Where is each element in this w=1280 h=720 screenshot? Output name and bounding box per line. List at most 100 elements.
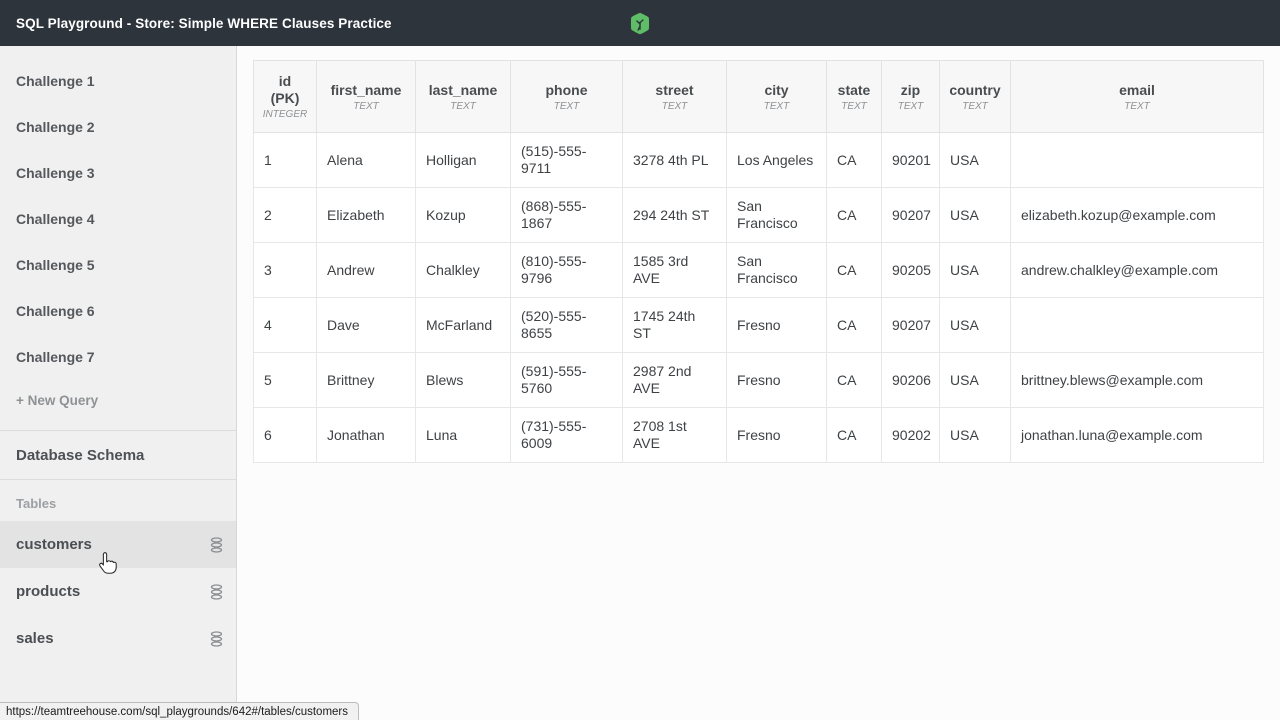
table-cell: CA: [827, 243, 882, 298]
sidebar-item-label: Challenge 5: [16, 257, 95, 273]
table-cell: 90202: [882, 408, 940, 463]
table-row: 2ElizabethKozup(868)-555-1867294 24th ST…: [254, 188, 1264, 243]
sidebar-item-label: Challenge 4: [16, 211, 95, 227]
table-cell: San Francisco: [727, 188, 827, 243]
column-header: street TEXT: [623, 61, 727, 133]
column-name: last_name: [420, 82, 506, 99]
table-cell: Kozup: [416, 188, 511, 243]
table-cell: USA: [940, 298, 1011, 353]
table-name-label: products: [16, 583, 80, 600]
table-cell: [1011, 133, 1264, 188]
sidebar-item-challenge[interactable]: Challenge 6: [0, 288, 236, 334]
column-name: state: [831, 82, 877, 99]
sidebar-item-challenge[interactable]: Challenge 3: [0, 150, 236, 196]
column-type: TEXT: [420, 101, 506, 112]
treehouse-logo-icon: [630, 12, 651, 35]
table-row: 6JonathanLuna(731)-555-60092708 1st AVEF…: [254, 408, 1264, 463]
column-name: street: [627, 82, 722, 99]
data-table: id (PK)INTEGERfirst_nameTEXTlast_nameTEX…: [253, 60, 1264, 463]
table-cell: Andrew: [317, 243, 416, 298]
challenge-list: Challenge 1 Challenge 2 Challenge 3 Chal…: [0, 58, 236, 380]
table-cell: jonathan.luna@example.com: [1011, 408, 1264, 463]
app-body: Challenge 1 Challenge 2 Challenge 3 Chal…: [0, 46, 1280, 720]
sidebar-item-label: Challenge 6: [16, 303, 95, 319]
table-cell: brittney.blews@example.com: [1011, 353, 1264, 408]
table-name-label: sales: [16, 630, 54, 647]
table-cell: 294 24th ST: [623, 188, 727, 243]
table-cell: 5: [254, 353, 317, 408]
table-cell: [1011, 298, 1264, 353]
sidebar-item-challenge[interactable]: Challenge 7: [0, 334, 236, 380]
table-cell: San Francisco: [727, 243, 827, 298]
table-cell: 2987 2nd AVE: [623, 353, 727, 408]
table-cell: 3: [254, 243, 317, 298]
table-cell: (868)-555-1867: [511, 188, 623, 243]
table-cell: USA: [940, 243, 1011, 298]
column-header: zipTEXT: [882, 61, 940, 133]
column-type: TEXT: [1015, 101, 1259, 112]
sidebar-item-label: Challenge 3: [16, 165, 95, 181]
table-cell: (515)-555-9711: [511, 133, 623, 188]
table-cell: 3278 4th PL: [623, 133, 727, 188]
table-cell: Luna: [416, 408, 511, 463]
sidebar-item-challenge[interactable]: Challenge 4: [0, 196, 236, 242]
column-header: countryTEXT: [940, 61, 1011, 133]
sidebar-item-label: Challenge 1: [16, 73, 95, 89]
table-cell: CA: [827, 188, 882, 243]
column-type: TEXT: [731, 101, 822, 112]
table-header-row: id (PK)INTEGERfirst_nameTEXTlast_nameTEX…: [254, 61, 1264, 133]
new-query-button[interactable]: + New Query: [0, 380, 236, 420]
table-cell: 1745 24th ST: [623, 298, 727, 353]
column-header: first_nameTEXT: [317, 61, 416, 133]
table-cell: USA: [940, 408, 1011, 463]
column-header: last_name TEXT: [416, 61, 511, 133]
table-cell: 2708 1st AVE: [623, 408, 727, 463]
column-type: TEXT: [944, 101, 1006, 112]
table-cell: CA: [827, 408, 882, 463]
database-icon: [210, 537, 223, 553]
sidebar-item-table-customers[interactable]: customers: [0, 521, 236, 568]
table-cell: CA: [827, 353, 882, 408]
column-type: TEXT: [627, 101, 722, 112]
table-cell: Los Angeles: [727, 133, 827, 188]
column-type: TEXT: [515, 101, 618, 112]
table-name-label: customers: [16, 536, 92, 553]
table-cell: Chalkley: [416, 243, 511, 298]
column-name: id (PK): [258, 73, 312, 107]
sidebar-item-challenge[interactable]: Challenge 1: [0, 58, 236, 104]
table-cell: Brittney: [317, 353, 416, 408]
table-cell: Dave: [317, 298, 416, 353]
table-row: 1AlenaHolligan(515)-555-97113278 4th PLL…: [254, 133, 1264, 188]
table-cell: 2: [254, 188, 317, 243]
sidebar-item-table-sales[interactable]: sales: [0, 615, 236, 662]
table-cell: 1: [254, 133, 317, 188]
column-header: email TEXT: [1011, 61, 1264, 133]
table-cell: 4: [254, 298, 317, 353]
table-cell: 90207: [882, 298, 940, 353]
sidebar-item-label: Challenge 2: [16, 119, 95, 135]
column-name: first_name: [321, 82, 411, 99]
column-header: id (PK)INTEGER: [254, 61, 317, 133]
column-type: TEXT: [831, 101, 877, 112]
table-cell: 90205: [882, 243, 940, 298]
table-cell: 90206: [882, 353, 940, 408]
sidebar-item-label: Challenge 7: [16, 349, 95, 365]
column-name: email: [1015, 82, 1259, 99]
sidebar-item-challenge[interactable]: Challenge 2: [0, 104, 236, 150]
main-content: id (PK)INTEGERfirst_nameTEXTlast_nameTEX…: [237, 46, 1280, 720]
column-header: city TEXT: [727, 61, 827, 133]
sidebar-item-table-products[interactable]: products: [0, 568, 236, 615]
new-query-label: + New Query: [16, 393, 98, 408]
sidebar-item-challenge[interactable]: Challenge 5: [0, 242, 236, 288]
title-bar: SQL Playground - Store: Simple WHERE Cla…: [0, 0, 1280, 46]
table-cell: 90207: [882, 188, 940, 243]
sidebar: Challenge 1 Challenge 2 Challenge 3 Chal…: [0, 46, 237, 720]
database-schema-heading: Database Schema: [0, 431, 236, 479]
table-cell: McFarland: [416, 298, 511, 353]
table-cell: andrew.chalkley@example.com: [1011, 243, 1264, 298]
table-cell: Holligan: [416, 133, 511, 188]
table-cell: Alena: [317, 133, 416, 188]
column-header: state TEXT: [827, 61, 882, 133]
column-name: city: [731, 82, 822, 99]
table-cell: 90201: [882, 133, 940, 188]
